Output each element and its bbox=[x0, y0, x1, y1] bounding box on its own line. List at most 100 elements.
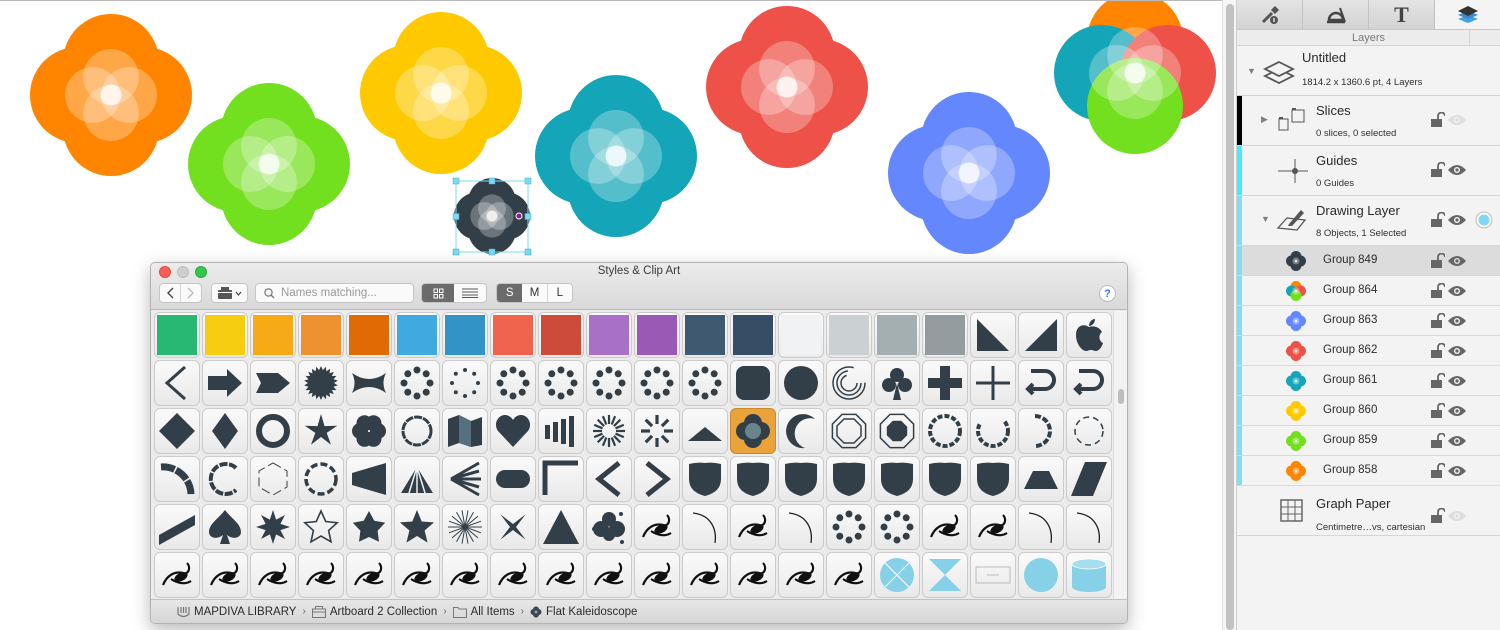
clip-art-triangle-flat[interactable] bbox=[682, 408, 728, 454]
text-tab[interactable]: T bbox=[1369, 0, 1435, 29]
clip-art-curve-1[interactable] bbox=[682, 504, 728, 550]
color-swatch-cell[interactable] bbox=[778, 312, 824, 358]
unlock-icon[interactable] bbox=[1431, 212, 1445, 228]
clip-art-octagon-outline[interactable] bbox=[826, 408, 872, 454]
clip-art-leaf-curl[interactable] bbox=[298, 552, 344, 598]
color-swatch-cell[interactable] bbox=[346, 312, 392, 358]
eye-icon[interactable] bbox=[1447, 285, 1467, 297]
object-row[interactable]: Group 863 bbox=[1237, 306, 1500, 336]
scrollbar-thumb[interactable] bbox=[1226, 4, 1234, 630]
clip-art-dashed-half[interactable] bbox=[1018, 408, 1064, 454]
clip-art-arrow-right[interactable] bbox=[202, 360, 248, 406]
clip-art-curl-swirl[interactable] bbox=[730, 552, 776, 598]
clip-art-triangle-right-angle[interactable] bbox=[970, 312, 1016, 358]
clip-art-ornament-2[interactable] bbox=[682, 552, 728, 598]
clip-art-dot-arc-1[interactable] bbox=[826, 504, 872, 550]
clip-art-corner[interactable] bbox=[538, 456, 584, 502]
layer-drawing[interactable]: ▼ Drawing Layer 8 Objects, 1 Selected bbox=[1237, 196, 1500, 246]
clip-art-flourish-swirls[interactable] bbox=[250, 552, 296, 598]
breadcrumb-current-item[interactable]: Flat Kaleidoscope bbox=[530, 606, 637, 618]
clip-art-heart[interactable] bbox=[490, 408, 536, 454]
clip-art-fan-left[interactable] bbox=[442, 456, 488, 502]
layer-graph-paper[interactable]: Graph Paper Centimetre…vs, cartesian bbox=[1237, 486, 1500, 536]
eye-icon[interactable] bbox=[1447, 315, 1467, 327]
yellow-flower[interactable] bbox=[360, 12, 522, 174]
canvas-vertical-scrollbar[interactable] bbox=[1222, 0, 1236, 630]
teal-flower[interactable] bbox=[535, 75, 697, 237]
clip-art-shield-3[interactable] bbox=[778, 456, 824, 502]
unlock-icon[interactable] bbox=[1431, 112, 1445, 128]
clip-art-chevron-left-wide[interactable] bbox=[586, 456, 632, 502]
color-swatch-cell[interactable] bbox=[250, 312, 296, 358]
red-flower[interactable] bbox=[706, 6, 868, 168]
clip-art-circle[interactable] bbox=[778, 360, 824, 406]
clip-art-circle-dashed[interactable] bbox=[298, 456, 344, 502]
color-swatch-cell[interactable] bbox=[298, 312, 344, 358]
document-row[interactable]: ▼ Untitled 1814.2 x 1360.6 pt, 4 Layers bbox=[1237, 46, 1500, 96]
resize-handle[interactable] bbox=[488, 248, 496, 256]
size-small-button[interactable]: S bbox=[497, 284, 523, 302]
clip-art-droplets-3b[interactable] bbox=[586, 360, 632, 406]
eye-icon[interactable] bbox=[1447, 405, 1467, 417]
clip-art-crescent[interactable] bbox=[778, 408, 824, 454]
clip-art-droplet-ring[interactable] bbox=[394, 360, 440, 406]
clip-art-chevron-left[interactable] bbox=[154, 360, 200, 406]
unlock-icon[interactable] bbox=[1431, 433, 1445, 449]
clip-art-flourish-clover[interactable] bbox=[202, 552, 248, 598]
clip-art-vine-small[interactable] bbox=[538, 552, 584, 598]
clip-art-u-turn-arrow[interactable] bbox=[1018, 360, 1064, 406]
clip-art-burst-lines[interactable] bbox=[442, 504, 488, 550]
clip-art-circle-cross[interactable] bbox=[874, 552, 920, 598]
color-swatch-cell[interactable] bbox=[682, 312, 728, 358]
forward-button[interactable] bbox=[181, 284, 201, 302]
color-swatch-cell[interactable] bbox=[154, 312, 200, 358]
unlock-icon[interactable] bbox=[1431, 403, 1445, 419]
mixed-flower[interactable] bbox=[1054, 1, 1216, 154]
clip-art-trapezoid[interactable] bbox=[1018, 456, 1064, 502]
clip-art-star-5[interactable] bbox=[394, 504, 440, 550]
clip-art-bowtie[interactable] bbox=[346, 360, 392, 406]
clip-art-hook-1[interactable] bbox=[1018, 504, 1064, 550]
grid-view-button[interactable] bbox=[422, 284, 454, 302]
clip-art-apple-logo[interactable] bbox=[1066, 312, 1112, 358]
color-swatch-cell[interactable] bbox=[874, 312, 920, 358]
eye-icon[interactable] bbox=[1447, 465, 1467, 477]
clip-art-shield-1[interactable] bbox=[682, 456, 728, 502]
clip-art-arrow-notched[interactable] bbox=[250, 360, 296, 406]
clip-art-star-4-spiky[interactable] bbox=[298, 408, 344, 454]
resize-handle[interactable] bbox=[488, 177, 496, 185]
clip-art-flower-vine[interactable] bbox=[586, 552, 632, 598]
unlock-icon[interactable] bbox=[1431, 313, 1445, 329]
eye-icon[interactable] bbox=[1447, 375, 1467, 387]
clip-art-plus-thick[interactable] bbox=[922, 360, 968, 406]
clip-art-scallop-ring[interactable] bbox=[394, 408, 440, 454]
clip-art-diamond-narrow[interactable] bbox=[202, 408, 248, 454]
clip-art-shield-6[interactable] bbox=[922, 456, 968, 502]
eye-icon[interactable] bbox=[1447, 255, 1467, 267]
clip-art-droplets-3[interactable] bbox=[538, 360, 584, 406]
layers-tab[interactable] bbox=[1435, 0, 1500, 29]
clip-art-blob[interactable] bbox=[826, 552, 872, 598]
clip-art-cloud-blob[interactable] bbox=[586, 504, 632, 550]
eye-hidden-icon[interactable] bbox=[1447, 114, 1467, 126]
active-layer-indicator[interactable] bbox=[1475, 211, 1493, 229]
resize-handle[interactable] bbox=[524, 213, 532, 220]
unlock-icon[interactable] bbox=[1431, 463, 1445, 479]
back-button[interactable] bbox=[160, 284, 181, 302]
color-swatch-cell[interactable] bbox=[394, 312, 440, 358]
clip-art-dashed-circle-thin[interactable] bbox=[1066, 408, 1112, 454]
color-swatch-cell[interactable] bbox=[202, 312, 248, 358]
clip-art-swirl-2[interactable] bbox=[730, 504, 776, 550]
clip-art-dot-circle[interactable] bbox=[490, 360, 536, 406]
color-swatch-cell[interactable] bbox=[442, 312, 488, 358]
clip-art-c-segmented[interactable] bbox=[202, 456, 248, 502]
clip-art-sunburst-lines[interactable] bbox=[586, 408, 632, 454]
breadcrumb-library[interactable]: MAPDIVA LIBRARY bbox=[177, 606, 296, 618]
clip-art-lily-ornament[interactable] bbox=[970, 504, 1016, 550]
clip-art-flourish-ornate[interactable] bbox=[346, 552, 392, 598]
resize-handle[interactable] bbox=[452, 213, 460, 220]
clip-art-fan-up[interactable] bbox=[394, 456, 440, 502]
blue-flower[interactable] bbox=[888, 92, 1050, 254]
clip-art-dashed-arc[interactable] bbox=[970, 408, 1016, 454]
eye-icon[interactable] bbox=[1447, 435, 1467, 447]
